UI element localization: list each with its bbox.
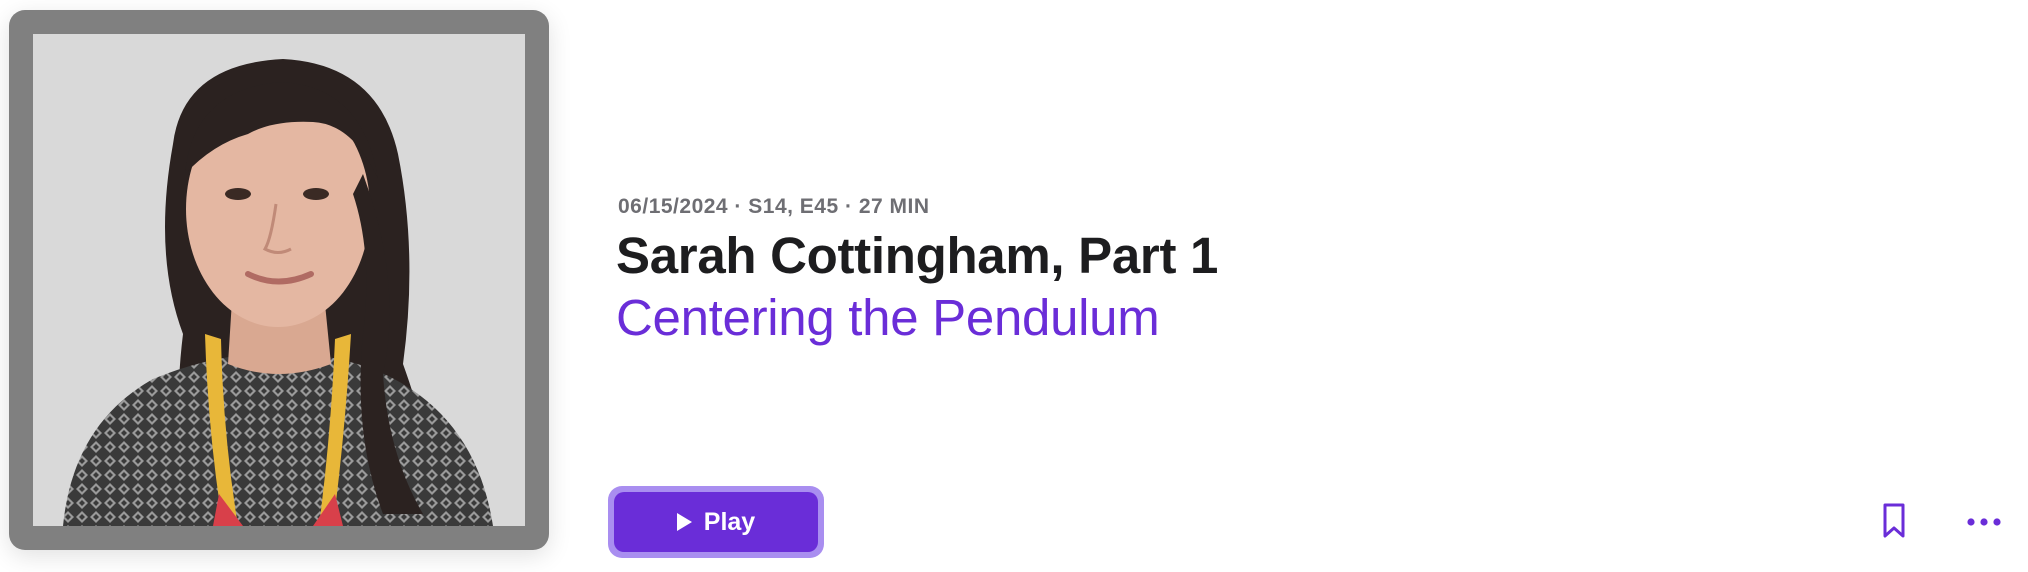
play-button[interactable]: Play [614, 492, 818, 552]
episode-subtitle[interactable]: Centering the Pendulum [616, 288, 1160, 347]
guest-photo [33, 34, 525, 526]
episode-artwork [9, 10, 549, 550]
play-icon [676, 513, 692, 531]
bookmark-icon[interactable] [1876, 501, 1912, 541]
episode-header: 06/15/2024 · S14, E45 · 27 MIN Sarah Cot… [0, 0, 2028, 572]
more-icon[interactable] [1964, 503, 2004, 539]
episode-meta: 06/15/2024 · S14, E45 · 27 MIN [618, 195, 930, 218]
play-label: Play [703, 507, 756, 536]
play-button-focus-ring: Play [608, 486, 824, 558]
episode-title: Sarah Cottingham, Part 1 [616, 227, 1219, 284]
